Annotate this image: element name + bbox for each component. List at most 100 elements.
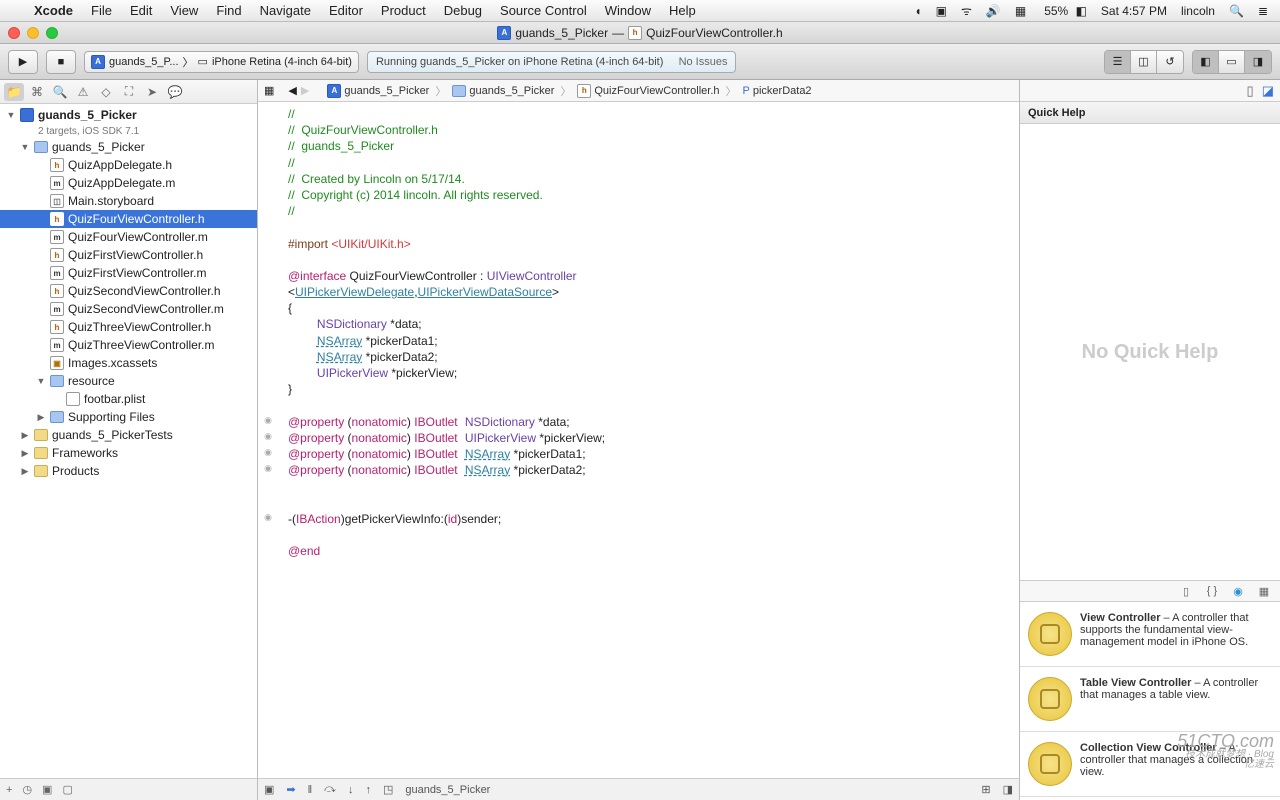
toggle-debug-area-icon[interactable]: ▣ [264, 783, 274, 796]
run-button[interactable]: ▶ [8, 50, 38, 74]
project-tree[interactable]: ▼ guands_5_Picker 2 targets, iOS SDK 7.1… [0, 104, 257, 778]
toggle-utilities-icon[interactable]: ◨ [1245, 51, 1271, 73]
debug-target[interactable]: guands_5_Picker [405, 784, 490, 796]
jump-seg[interactable]: guands_5_Picker [344, 85, 429, 97]
jump-bar[interactable]: ▦ ◀ ▶ Aguands_5_Picker 〉 guands_5_Picker… [258, 80, 1019, 102]
menuextra-icon[interactable]: ◖ [910, 4, 925, 18]
volume-icon[interactable]: 🔊 [982, 4, 1005, 18]
filter-box-icon[interactable]: ▢ [62, 783, 72, 796]
menu-product[interactable]: Product [373, 3, 434, 18]
user-menu[interactable]: lincoln [1177, 4, 1219, 18]
menuextra-icon[interactable]: ▣ [932, 4, 951, 18]
tree-row[interactable]: ▣Images.xcassets [0, 354, 257, 372]
tree-row[interactable]: ▶Supporting Files [0, 408, 257, 426]
filter-scm-icon[interactable]: ▣ [42, 783, 52, 796]
standard-editor-icon[interactable]: ☰ [1105, 51, 1131, 73]
step-over-icon[interactable]: ⤼ [324, 783, 336, 796]
file-template-tab[interactable]: ▯ [1178, 585, 1194, 598]
menu-view[interactable]: View [162, 3, 206, 18]
notification-center-icon[interactable]: ≣ [1254, 4, 1272, 18]
menu-navigate[interactable]: Navigate [252, 3, 319, 18]
toggle-navigator-icon[interactable]: ◧ [1193, 51, 1219, 73]
version-editor-icon[interactable]: ↺ [1157, 51, 1183, 73]
menu-find[interactable]: Find [208, 3, 249, 18]
editor-mode-segmented[interactable]: ☰ ◫ ↺ [1104, 50, 1184, 74]
wifi-icon[interactable]: ᯤ [957, 2, 976, 19]
test-navigator-tab[interactable]: ◇ [96, 83, 116, 101]
tree-row[interactable]: mQuizFirstViewController.m [0, 264, 257, 282]
tree-row[interactable]: ▶guands_5_PickerTests [0, 426, 257, 444]
menuextra-icon[interactable]: ▦ [1011, 4, 1030, 18]
tree-row[interactable]: mQuizAppDelegate.m [0, 174, 257, 192]
quick-help-tab[interactable]: ◪ [1262, 83, 1274, 99]
library-item[interactable]: View Controller – A controller that supp… [1020, 602, 1280, 667]
add-icon[interactable]: + [6, 784, 12, 796]
tree-project-root[interactable]: ▼ guands_5_Picker [0, 106, 257, 124]
project-navigator-tab[interactable]: 📁 [4, 83, 24, 101]
menu-debug[interactable]: Debug [436, 3, 490, 18]
menu-editor[interactable]: Editor [321, 3, 371, 18]
battery-percent[interactable]: 55% ◧ [1036, 4, 1091, 18]
debug-location-icon[interactable]: ◳ [383, 783, 393, 796]
breakpoint-navigator-tab[interactable]: ➤ [142, 83, 162, 101]
tree-row[interactable]: hQuizFirstViewController.h [0, 246, 257, 264]
toggle-debug-icon[interactable]: ▭ [1219, 51, 1245, 73]
menu-help[interactable]: Help [661, 3, 704, 18]
library-item[interactable]: Collection View Controller – A controlle… [1020, 732, 1280, 797]
tree-row[interactable]: ▼resource [0, 372, 257, 390]
tree-row[interactable]: mQuizThreeViewController.m [0, 336, 257, 354]
navigator-filter-bar[interactable]: + ◷ ▣ ▢ [0, 778, 257, 800]
pause-icon[interactable]: ‖ [308, 784, 313, 796]
tree-row[interactable]: mQuizFourViewController.m [0, 228, 257, 246]
step-out-icon[interactable]: ↑ [365, 784, 371, 796]
object-library-tab[interactable]: ◉ [1230, 585, 1246, 598]
app-menu[interactable]: Xcode [26, 3, 81, 18]
clock[interactable]: Sat 4:57 PM [1097, 4, 1171, 18]
issue-navigator-tab[interactable]: ⚠ [73, 83, 93, 101]
debug-navigator-tab[interactable]: ⛶ [119, 83, 139, 101]
jump-seg[interactable]: guands_5_Picker [469, 85, 554, 97]
stop-button[interactable]: ■ [46, 50, 76, 74]
tree-row[interactable]: hQuizThreeViewController.h [0, 318, 257, 336]
scheme-selector[interactable]: A guands_5_P... 〉 ▭ iPhone Retina (4-inc… [84, 51, 359, 73]
console-toggle-icon[interactable]: ◨ [1003, 783, 1013, 796]
tree-row[interactable]: ◫Main.storyboard [0, 192, 257, 210]
tree-row[interactable]: hQuizFourViewController.h [0, 210, 257, 228]
close-button[interactable] [8, 27, 20, 39]
tree-row[interactable]: ▼guands_5_Picker [0, 138, 257, 156]
tree-row[interactable]: ▶Products [0, 462, 257, 480]
symbol-navigator-tab[interactable]: ⌘ [27, 83, 47, 101]
code-snippet-tab[interactable]: { } [1204, 585, 1220, 597]
spotlight-icon[interactable]: 🔍 [1225, 4, 1248, 18]
tree-row[interactable]: ▶Frameworks [0, 444, 257, 462]
view-toggle-segmented[interactable]: ◧ ▭ ◨ [1192, 50, 1272, 74]
menu-source-control[interactable]: Source Control [492, 3, 595, 18]
jump-seg[interactable]: pickerData2 [753, 85, 812, 97]
view-mode-icon[interactable]: ⊞ [981, 783, 990, 796]
menu-window[interactable]: Window [597, 3, 659, 18]
find-navigator-tab[interactable]: 🔍 [50, 83, 70, 101]
forward-button[interactable]: ▶ [301, 84, 309, 97]
menu-edit[interactable]: Edit [122, 3, 160, 18]
file-inspector-tab[interactable]: ▯ [1247, 83, 1254, 99]
report-navigator-tab[interactable]: 💬 [165, 83, 185, 101]
media-library-tab[interactable]: ▦ [1256, 585, 1272, 598]
assistant-editor-icon[interactable]: ◫ [1131, 51, 1157, 73]
tree-row[interactable]: hQuizAppDelegate.h [0, 156, 257, 174]
library-item[interactable]: Table View Controller – A controller tha… [1020, 667, 1280, 732]
file-icon [66, 392, 80, 406]
filter-clock-icon[interactable]: ◷ [22, 783, 32, 796]
zoom-button[interactable] [46, 27, 58, 39]
tree-row[interactable]: hQuizSecondViewController.h [0, 282, 257, 300]
tree-row[interactable]: footbar.plist [0, 390, 257, 408]
breakpoints-toggle-icon[interactable]: ➡ [286, 783, 295, 796]
step-into-icon[interactable]: ↓ [348, 784, 354, 796]
code-editor[interactable]: ◉◉◉◉◉// // QuizFourViewController.h // g… [258, 102, 1019, 778]
object-library-list[interactable]: View Controller – A controller that supp… [1020, 602, 1280, 800]
related-items-icon[interactable]: ▦ [264, 84, 274, 97]
tree-row[interactable]: mQuizSecondViewController.m [0, 300, 257, 318]
minimize-button[interactable] [27, 27, 39, 39]
back-button[interactable]: ◀ [288, 84, 296, 97]
jump-seg[interactable]: QuizFourViewController.h [594, 85, 719, 97]
menu-file[interactable]: File [83, 3, 120, 18]
